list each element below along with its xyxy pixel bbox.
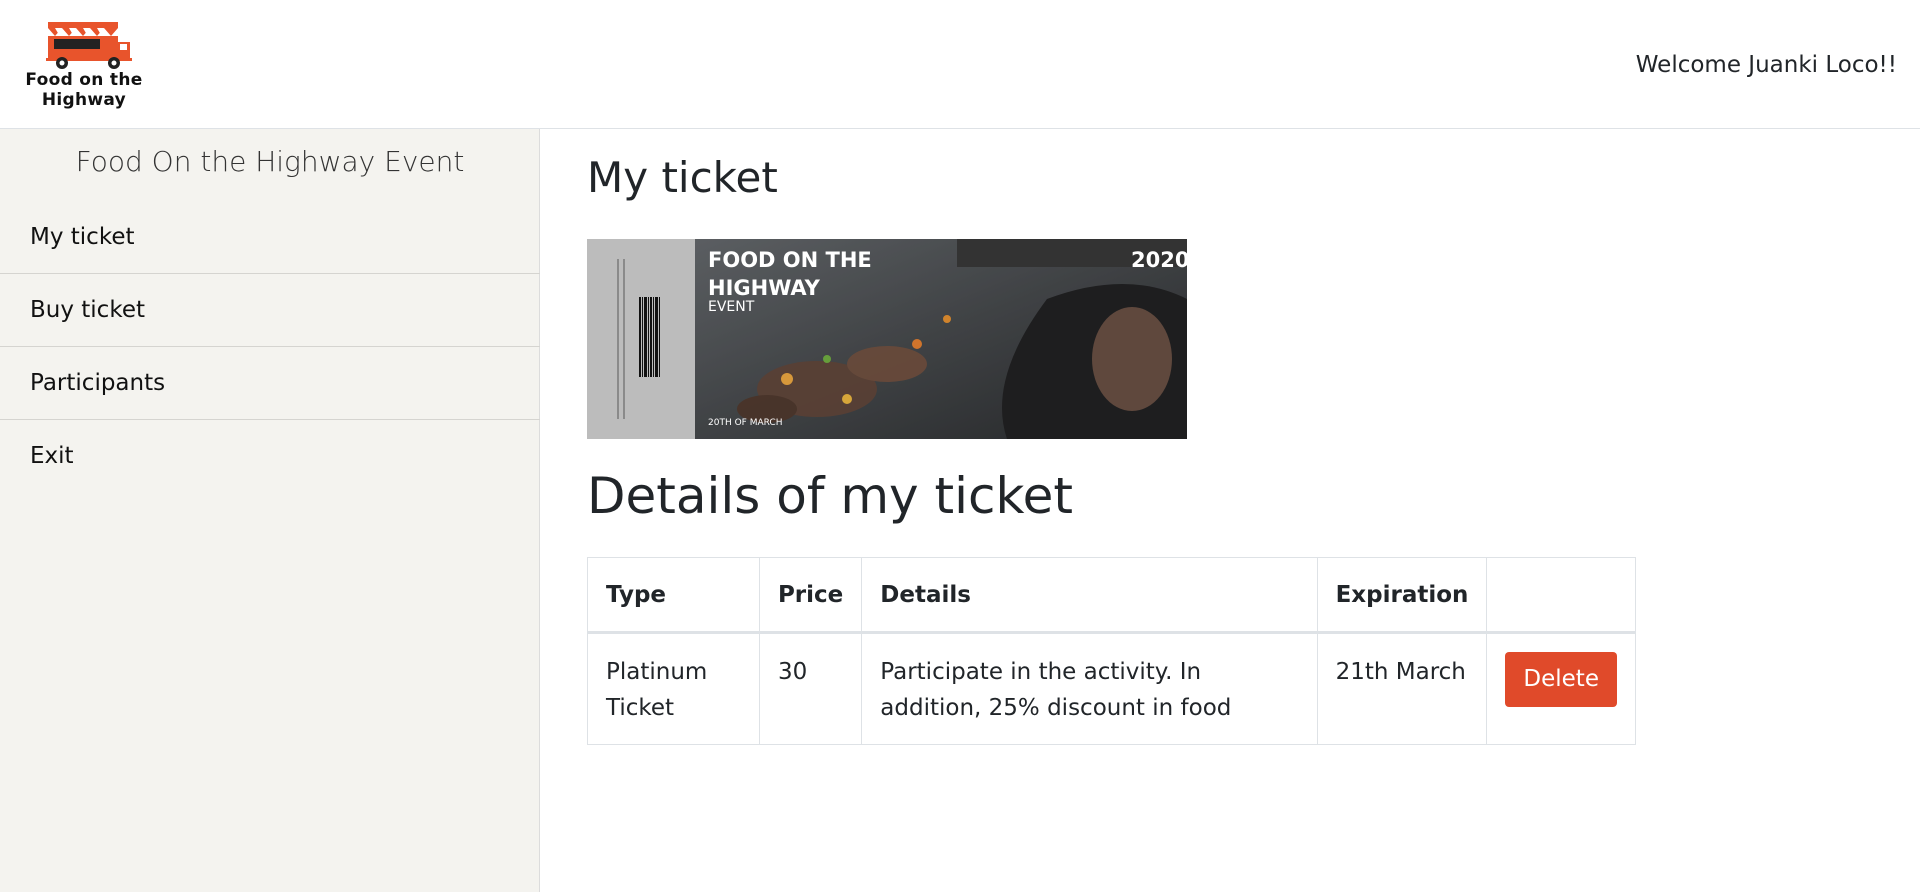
food-truck-icon [46, 22, 132, 69]
page-title: My ticket [587, 153, 778, 202]
sidebar-item-exit[interactable]: Exit [0, 420, 540, 493]
sidebar-item-participants[interactable]: Participants [0, 347, 540, 420]
cell-type: Platinum Ticket [587, 632, 760, 745]
table-header-row: Type Price Details Expiration [587, 557, 1636, 634]
sidebar: Food On the Highway Event My ticket Buy … [0, 129, 540, 892]
sidebar-title: Food On the Highway Event [75, 145, 465, 178]
ticket-title-1: FOOD ON THE [708, 248, 872, 272]
column-header-action [1486, 557, 1636, 634]
column-header-expiration: Expiration [1316, 557, 1488, 634]
sidebar-item-buy-ticket[interactable]: Buy ticket [0, 274, 540, 347]
ticket-details-table: Type Price Details Expiration Platinum T… [587, 557, 1636, 745]
top-header: Food on the Highway Welcome Juanki Loco!… [0, 0, 1920, 129]
delete-button[interactable]: Delete [1505, 652, 1617, 707]
logo-text: Food on the Highway [22, 70, 146, 110]
details-title: Details of my ticket [587, 467, 1074, 525]
column-header-price: Price [758, 557, 863, 634]
ticket-title-2: HIGHWAY [708, 276, 821, 300]
ticket-graphic: FOOD ON THE HIGHWAY EVENT 2020 20TH OF M… [587, 239, 1187, 439]
sidebar-item-my-ticket[interactable]: My ticket [0, 201, 540, 274]
sidebar-nav: My ticket Buy ticket Participants Exit [0, 201, 540, 493]
column-header-details: Details [861, 557, 1318, 634]
ticket-image: FOOD ON THE HIGHWAY EVENT 2020 20TH OF M… [587, 239, 1187, 439]
food-truck-logo[interactable]: Food on the Highway [22, 18, 146, 114]
ticket-year: 2020 [1131, 248, 1187, 272]
table-row: Platinum Ticket 30 Participate in the ac… [587, 632, 1636, 745]
ticket-date: 20TH OF MARCH [708, 418, 782, 428]
column-header-type: Type [587, 557, 760, 634]
logo-text-line-2: Highway [41, 90, 127, 110]
welcome-message: Welcome Juanki Loco!! [1635, 52, 1897, 78]
cell-price: 30 [758, 632, 863, 745]
ticket-subtitle: EVENT [708, 299, 755, 315]
cell-expiration: 21th March [1316, 632, 1488, 745]
cell-details: Participate in the activity. In addition… [861, 632, 1318, 745]
logo-text-line-1: Food on the [25, 70, 143, 90]
cell-action: Delete [1486, 632, 1636, 745]
